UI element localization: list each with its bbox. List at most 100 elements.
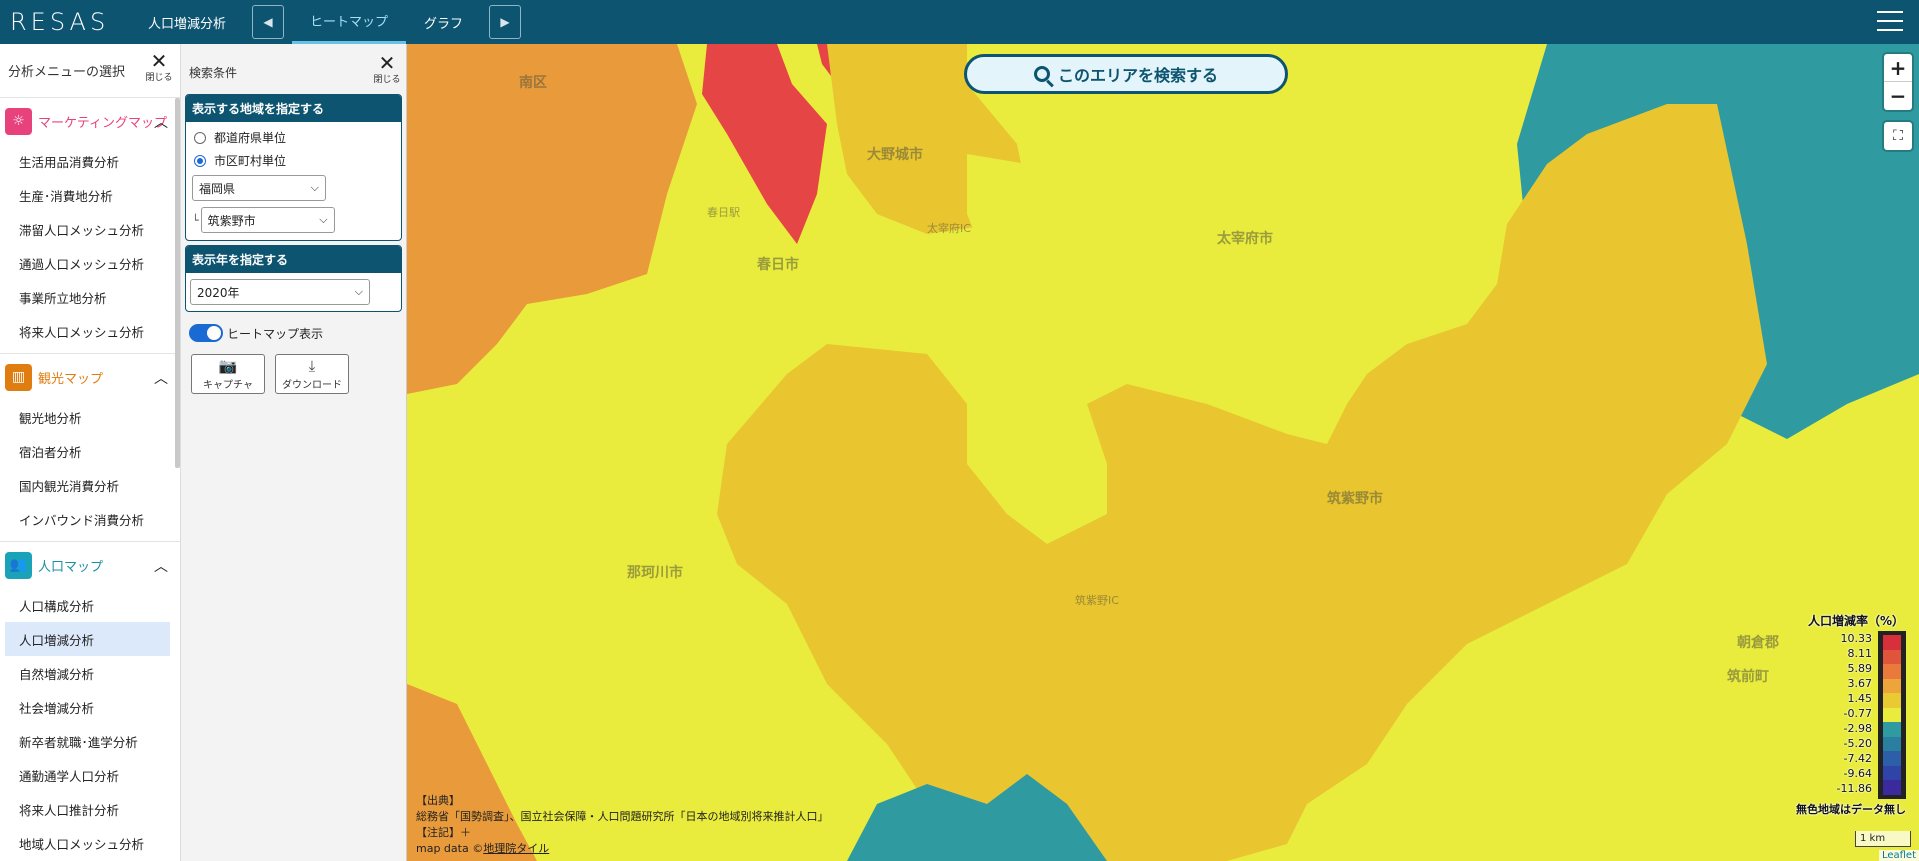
- legend-swatch: [1883, 780, 1901, 795]
- analysis-menu-close-button[interactable]: ✕ 閉じる: [144, 49, 174, 83]
- menu-item-future-estimate[interactable]: 将来人口推計分析: [0, 792, 180, 826]
- legend-value: -9.64: [1843, 767, 1872, 780]
- menu-item-inbound[interactable]: インバウンド消費分析: [0, 502, 180, 536]
- legend-swatch: [1883, 664, 1901, 679]
- menu-item-tourist-spots[interactable]: 観光地分析: [0, 400, 180, 434]
- legend-value: -0.77: [1843, 707, 1872, 720]
- menu-scrollbar[interactable]: [175, 98, 180, 468]
- heatmap-toggle[interactable]: [189, 324, 223, 342]
- tab-graph[interactable]: グラフ: [406, 0, 481, 44]
- tab-heatmap[interactable]: ヒートマップ: [292, 0, 407, 44]
- legend-swatch: [1883, 707, 1901, 723]
- search-panel-title: 検索条件: [189, 66, 238, 80]
- radio-label: 都道府県単位: [214, 131, 287, 145]
- legend-swatch: [1883, 736, 1901, 752]
- legend-swatch: [1883, 678, 1901, 694]
- prefecture-select[interactable]: 福岡県 ⌵: [192, 175, 326, 201]
- menu-item-commuting[interactable]: 通勤通学人口分析: [0, 758, 180, 792]
- menu-item-daily-goods[interactable]: 生活用品消費分析: [0, 144, 180, 178]
- chevron-down-icon: ⌵: [354, 285, 363, 298]
- legend-value: 3.67: [1847, 677, 1873, 690]
- chevron-up-icon: ︿: [154, 371, 168, 387]
- search-icon: [1033, 66, 1050, 82]
- search-this-area-button[interactable]: このエリアを検索する: [964, 54, 1288, 94]
- menu-item-new-graduates[interactable]: 新卒者就職･進学分析: [0, 724, 180, 758]
- prev-tab-button[interactable]: ◀: [252, 5, 285, 39]
- place-label-chikushino: 筑紫野市: [1327, 491, 1383, 507]
- legend-body: 10.33 8.11 5.89 3.67 1.45 -0.77 -2.98 -5.20 -7.4…: [1768, 631, 1906, 799]
- hamburger-icon[interactable]: [1877, 11, 1903, 31]
- year-select[interactable]: 2020年 ⌵: [190, 279, 370, 305]
- map-source: 【出典】 総務省「国勢調査」、国立社会保障・人口問題研究所「日本の地域別将来推計…: [416, 793, 829, 857]
- next-tab-button[interactable]: ▶: [489, 5, 522, 39]
- legend-note: 無色地域はデータ無し: [1796, 803, 1906, 816]
- resas-logo[interactable]: RESAS: [0, 8, 130, 36]
- zoom-out-button[interactable]: −: [1884, 82, 1912, 110]
- year-value: 2020年: [197, 285, 240, 300]
- menu-item-lodging[interactable]: 宿泊者分析: [0, 434, 180, 468]
- search-panel-header: 検索条件 ✕ 閉じる: [181, 44, 406, 94]
- city-value: 筑紫野市: [207, 213, 256, 228]
- menu-item-population-composition[interactable]: 人口構成分析: [0, 588, 180, 622]
- capture-label: キャプチャ: [203, 379, 253, 391]
- map-data-link[interactable]: 地理院タイル: [483, 842, 549, 855]
- chevron-up-icon: ︿: [154, 559, 168, 575]
- zoom-in-button[interactable]: +: [1884, 54, 1912, 82]
- legend-color-bar: [1878, 631, 1906, 799]
- menu-item-transit-mesh[interactable]: 通過人口メッシュ分析: [0, 246, 180, 280]
- section-population-map[interactable]: 👥 人口マップ ︿: [0, 542, 180, 588]
- scale-bar: 1 km: [1855, 831, 1911, 847]
- close-icon: ✕: [150, 49, 168, 73]
- leaflet-attribution[interactable]: Leaflet: [1878, 850, 1919, 861]
- menu-item-future-mesh[interactable]: 将来人口メッシュ分析: [0, 314, 180, 348]
- menu-item-production-consumption[interactable]: 生産･消費地分析: [0, 178, 180, 212]
- radio-prefecture[interactable]: 都道府県単位: [186, 126, 401, 149]
- chevron-down-icon: ⌵: [310, 181, 319, 194]
- fullscreen-button[interactable]: ⛶: [1884, 122, 1912, 150]
- radio-button[interactable]: [194, 131, 206, 144]
- legend-swatch: [1883, 765, 1901, 781]
- map-data-prefix: map data ©: [416, 842, 484, 855]
- source-line: 総務省「国勢調査」、国立社会保障・人口問題研究所「日本の地域別将来推計人口」: [416, 810, 829, 823]
- chevron-down-icon: ⌵: [319, 213, 328, 226]
- download-button[interactable]: ⤓ ダウンロード: [275, 354, 349, 394]
- place-label-nakagawa: 那珂川市: [627, 565, 683, 581]
- menu-item-population-change[interactable]: 人口増減分析: [5, 622, 170, 656]
- source-notes[interactable]: 【注記】＋: [416, 825, 829, 841]
- menu-item-domestic-tourism[interactable]: 国内観光消費分析: [0, 468, 180, 502]
- capture-button[interactable]: 📷 キャプチャ: [191, 354, 265, 394]
- close-icon: ✕: [378, 51, 396, 75]
- section-tourism-map[interactable]: ▥ 観光マップ ︿: [0, 354, 180, 400]
- place-label-kasuga-station: 春日駅: [707, 206, 740, 219]
- triangle-right-icon: ▶: [500, 15, 510, 29]
- year-box: 表示年を指定する 2020年 ⌵: [185, 245, 402, 312]
- menu-item-regional-mesh[interactable]: 地域人口メッシュ分析: [0, 826, 180, 860]
- chevron-up-icon: ︿: [154, 115, 168, 131]
- radio-label: 市区町村単位: [214, 154, 287, 168]
- legend-value: 8.11: [1847, 647, 1873, 660]
- menu-item-stay-mesh[interactable]: 滞留人口メッシュ分析: [0, 212, 180, 246]
- radio-button[interactable]: [194, 154, 206, 167]
- zoom-control: + −: [1884, 54, 1912, 110]
- section-title: マーケティングマップ: [38, 115, 167, 131]
- search-panel-close-button[interactable]: ✕ 閉じる: [372, 51, 402, 85]
- place-label-chikushino-ic: 筑紫野IC: [1075, 594, 1119, 607]
- year-box-title: 表示年を指定する: [186, 246, 401, 273]
- menu-item-business-location[interactable]: 事業所立地分析: [0, 280, 180, 314]
- download-icon: ⤓: [308, 356, 316, 375]
- legend-swatch: [1883, 649, 1901, 665]
- menu-item-natural-change[interactable]: 自然増減分析: [0, 656, 180, 690]
- legend-swatch: [1883, 722, 1901, 737]
- place-label-minami-ku: 南区: [519, 75, 547, 91]
- menu-item-social-change[interactable]: 社会増減分析: [0, 690, 180, 724]
- legend-swatch: [1883, 693, 1901, 708]
- city-select[interactable]: 筑紫野市 ⌵: [200, 207, 335, 233]
- radio-municipality[interactable]: 市区町村単位: [186, 149, 401, 172]
- section-marketing-map[interactable]: ☼ マーケティングマップ ︿: [0, 98, 180, 144]
- legend-value: 1.45: [1847, 692, 1873, 705]
- heatmap-map[interactable]: 南区 大野城市 春日市 太宰府市 筑紫野市 那珂川市 朝倉郡 筑前町 太宰府IC…: [407, 44, 1919, 861]
- heatmap-toggle-label: ヒートマップ表示: [227, 326, 324, 341]
- lightbulb-icon: ☼: [5, 107, 32, 135]
- heatmap-regions: [407, 44, 1919, 861]
- analysis-menu-title: 分析メニューの選択: [8, 65, 126, 80]
